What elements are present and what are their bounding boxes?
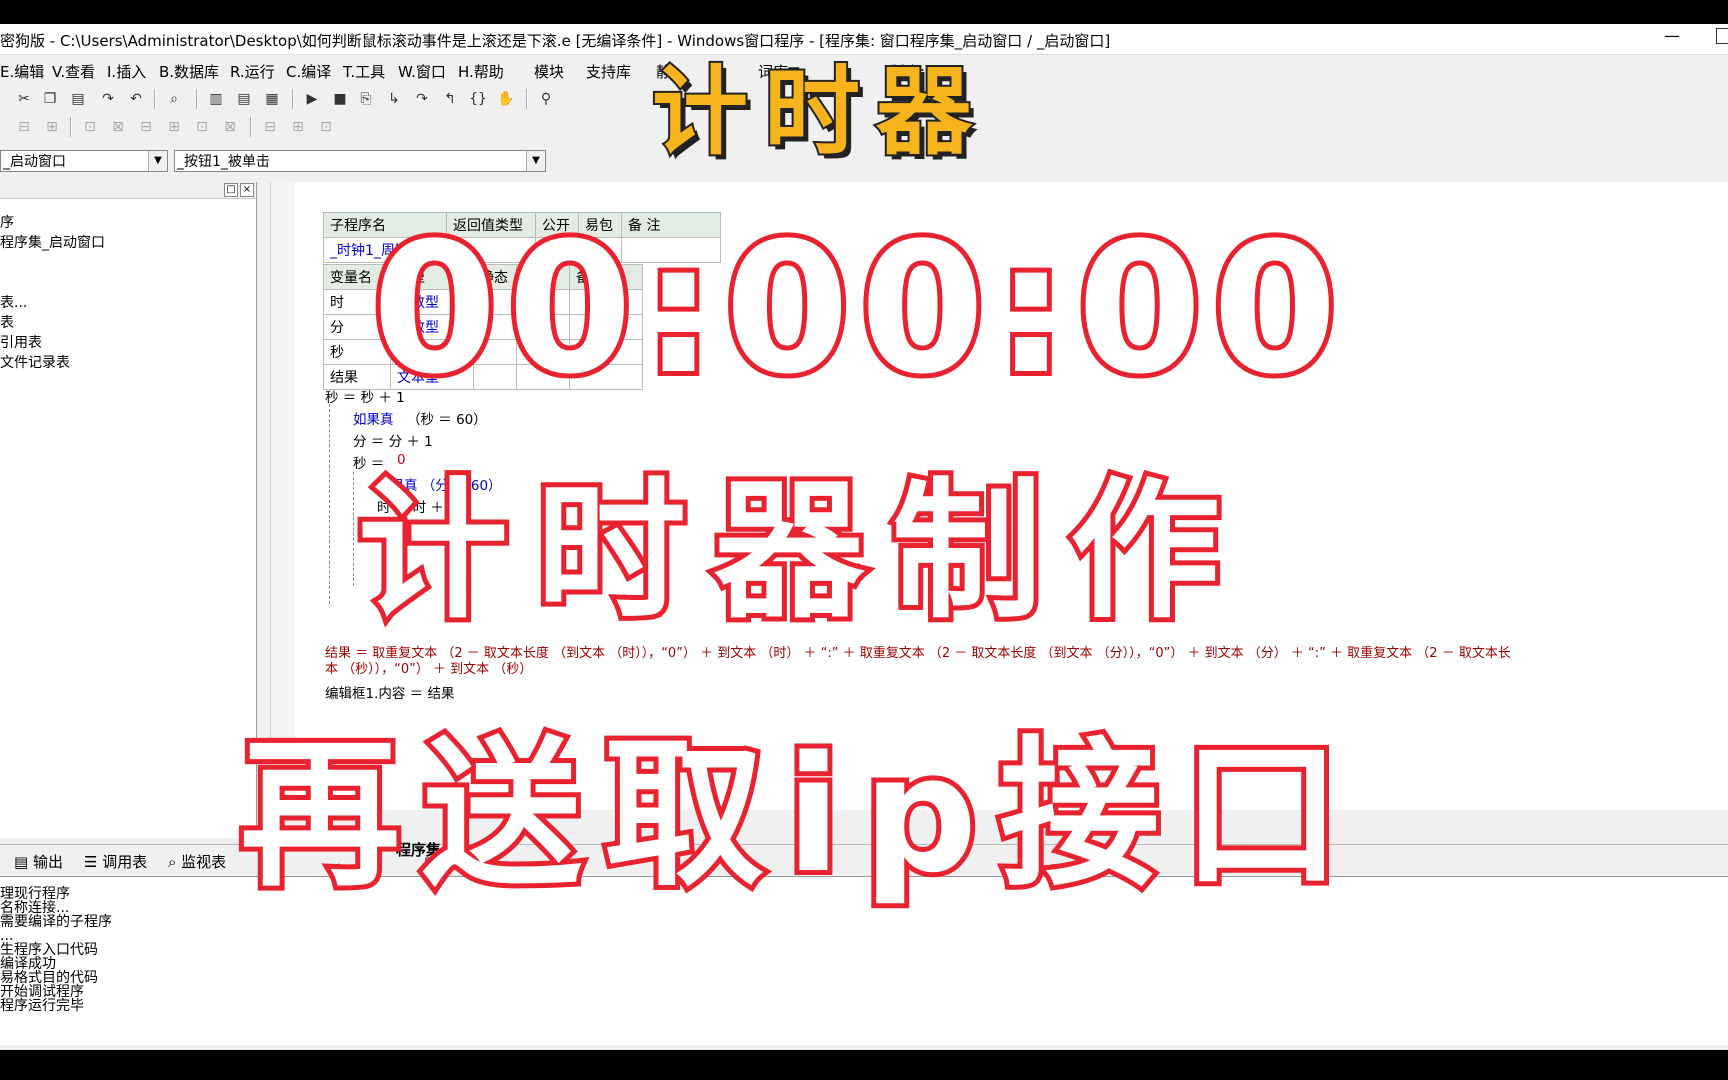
menu-compile[interactable]: C.编译 <box>286 61 331 82</box>
run-icon[interactable]: ▶ <box>302 89 322 109</box>
video-frame: 密狗版 - C:\Users\Administrator\Desktop\如何判… <box>0 0 1728 1080</box>
event-combo-value: _按钮1_被单击 <box>177 154 270 170</box>
step-into-icon[interactable]: ↳ <box>384 89 404 109</box>
layout-split-icon[interactable]: ▦ <box>262 89 282 109</box>
overlay-subtitle: 计时器制作 <box>353 460 1249 644</box>
panel-header: □ × <box>0 182 256 199</box>
code-line[interactable]: 本 （秒）），“0”） ＋ 到文本 （秒） <box>325 658 532 677</box>
block-guide <box>329 404 330 604</box>
chevron-down-icon[interactable]: ▼ <box>526 151 545 171</box>
binoculars-icon[interactable]: ⚲ <box>536 89 556 109</box>
tab-output-label: 输出 <box>32 853 63 871</box>
overlay-title: 计时器 <box>650 54 988 170</box>
redo-icon[interactable]: ↷ <box>98 89 118 109</box>
close-icon[interactable]: × <box>240 183 254 197</box>
menu-run[interactable]: R.运行 <box>230 61 275 82</box>
menu-modules[interactable]: 模块 <box>534 61 564 82</box>
step-over-icon[interactable]: ↷ <box>412 89 432 109</box>
toolbar-separator <box>154 89 156 109</box>
object-combo[interactable]: _启动窗口 ▼ <box>0 150 168 172</box>
tab-call-stack-label: 调用表 <box>102 853 148 871</box>
align-icon[interactable]: ⊞ <box>42 117 62 137</box>
output-line: 程序运行完毕 <box>0 998 84 1014</box>
tab-output[interactable]: ▤ 输出 <box>14 851 63 872</box>
code-line[interactable]: 分 ＝ 分 ＋ 1 <box>353 430 433 450</box>
paste-icon[interactable]: ▤ <box>68 89 88 109</box>
pin-icon[interactable]: □ <box>224 183 238 197</box>
editor-gutter <box>271 182 295 810</box>
toolbar-separator <box>250 117 252 137</box>
menu-help[interactable]: H.帮助 <box>458 61 504 82</box>
step-out-icon[interactable]: ↰ <box>440 89 460 109</box>
standard-toolbar: ✂ ❐ ▤ ↷ ↶ ⌕ ▥ ▤ ▦ ▶ ■ ⎘ ↳ ↷ ↰ {} ✋ ⚲ <box>0 86 570 112</box>
tab-call-stack[interactable]: ☰ 调用表 <box>84 851 147 872</box>
align-toolbar: ⊟ ⊞ ⊡ ⊠ ⊟ ⊞ ⊡ ⊠ ⊟ ⊞ ⊡ <box>0 114 350 140</box>
find-icon[interactable]: ⌕ <box>164 89 184 109</box>
code-line[interactable]: 编辑框1.内容 ＝ 结果 <box>325 682 454 702</box>
align-icon[interactable]: ⊡ <box>80 117 100 137</box>
align-icon[interactable]: ⊡ <box>192 117 212 137</box>
menu-view[interactable]: V.查看 <box>52 61 95 82</box>
align-icon[interactable]: ⊠ <box>108 117 128 137</box>
undo-icon[interactable]: ↶ <box>126 89 146 109</box>
event-combo[interactable]: _按钮1_被单击 ▼ <box>174 150 546 172</box>
chevron-down-icon[interactable]: ▼ <box>148 151 167 171</box>
overlay-timer: 00:00:00 <box>367 205 1348 415</box>
minimize-button[interactable]: — <box>1664 26 1680 45</box>
align-icon[interactable]: ⊡ <box>316 117 336 137</box>
tree-item[interactable]: 文件记录表 <box>0 352 70 372</box>
menu-tools[interactable]: T.工具 <box>343 61 385 82</box>
toolbar-separator <box>292 89 294 109</box>
workspace-panel: □ × 序 程序集_启动窗口 表... 表 引用表 文件记录表 ▤ 程序 ▦ 属… <box>0 182 257 996</box>
cut-icon[interactable]: ✂ <box>14 89 34 109</box>
align-icon[interactable]: ⊟ <box>260 117 280 137</box>
tree-item[interactable]: 序 <box>0 212 14 232</box>
align-icon[interactable]: ⊞ <box>164 117 184 137</box>
align-icon[interactable]: ⊟ <box>14 117 34 137</box>
toolbar-separator <box>70 117 72 137</box>
layout-left-icon[interactable]: ▥ <box>206 89 226 109</box>
tree-item[interactable]: 表 <box>0 312 14 332</box>
toolbar-separator <box>196 89 198 109</box>
align-icon[interactable]: ⊞ <box>288 117 308 137</box>
copy-icon[interactable]: ❐ <box>40 89 60 109</box>
braces-icon[interactable]: {} <box>468 89 488 109</box>
overlay-subtitle-2: 再送取ip接口 <box>235 716 1364 913</box>
step-icon[interactable]: ⎘ <box>356 89 376 109</box>
tree-item[interactable]: 表... <box>0 292 27 312</box>
menu-support-lib[interactable]: 支持库 <box>586 61 631 82</box>
maximize-button[interactable] <box>1716 28 1728 44</box>
hand-icon[interactable]: ✋ <box>496 89 516 109</box>
menu-insert[interactable]: I.插入 <box>107 61 146 82</box>
layout-bottom-icon[interactable]: ▤ <box>234 89 254 109</box>
menu-database[interactable]: B.数据库 <box>159 61 219 82</box>
output-line: 需要编译的子程序 <box>0 914 112 930</box>
menu-window[interactable]: W.窗口 <box>398 61 446 82</box>
stop-icon[interactable]: ■ <box>330 89 350 109</box>
object-combo-value: _启动窗口 <box>3 154 66 170</box>
tab-watch-label: 监视表 <box>181 853 227 871</box>
tab-watch[interactable]: ⌕ 监视表 <box>168 851 226 872</box>
toolbar-separator <box>526 89 528 109</box>
menu-edit[interactable]: E.编辑 <box>0 61 44 82</box>
tree-item[interactable]: 引用表 <box>0 332 42 352</box>
align-icon[interactable]: ⊠ <box>220 117 240 137</box>
block-guide <box>353 472 354 586</box>
align-icon[interactable]: ⊟ <box>136 117 156 137</box>
tree-item-assembly[interactable]: 程序集_启动窗口 <box>0 232 105 252</box>
